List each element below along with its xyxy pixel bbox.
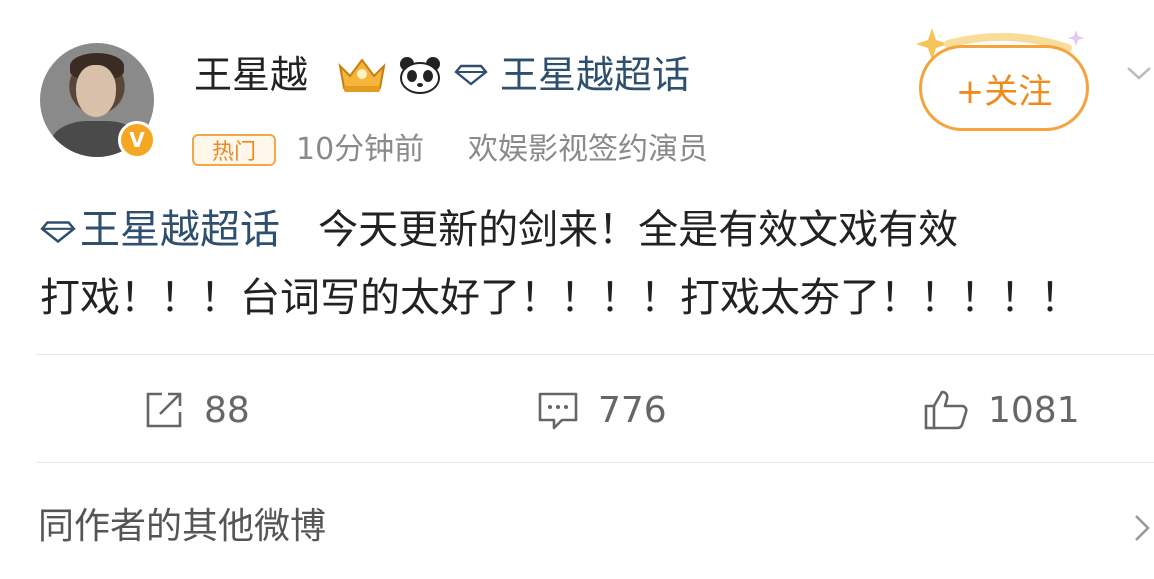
panda-badge-icon [400,57,440,94]
diamond-icon [454,64,488,86]
post-topic-link[interactable]: 王星越超话 [80,207,280,253]
chevron-down-icon[interactable] [1124,60,1154,86]
follow-button[interactable]: +关注 [919,45,1089,131]
chevron-right-icon[interactable] [1130,510,1154,546]
divider [36,354,1154,355]
comment-count: 776 [598,389,667,431]
like-count: 1081 [988,389,1080,431]
post-time: 10分钟前 [296,132,425,167]
comment-icon [538,392,578,430]
diamond-icon [40,221,76,244]
share-icon [146,392,182,428]
post-content: 王星越超话 今天更新的剑来！全是有效文戏有效 打戏！！！台词写的太好了！！！！打… [40,196,1154,332]
hot-badge: 热门 [192,134,276,166]
author-identity: 欢娱影视签约演员 [468,132,708,167]
like-button[interactable]: 1081 [922,382,1080,438]
more-posts-link[interactable]: 同作者的其他微博 [38,502,326,552]
header-topic-link[interactable]: 王星越超话 [500,50,690,100]
verified-badge-icon: V [118,121,156,159]
comment-button[interactable]: 776 [536,382,667,438]
divider [36,462,1154,463]
crown-badge-icon [338,58,386,92]
repost-button[interactable]: 88 [142,382,250,438]
thumbs-up-icon [924,390,968,430]
post-text-line2: 打戏！！！台词写的太好了！！！！打戏太夯了！！！！！ [40,275,1080,321]
post-text-line1: 今天更新的剑来！全是有效文戏有效 [318,207,959,253]
repost-count: 88 [204,389,250,431]
author-name[interactable]: 王星越 [194,50,308,100]
